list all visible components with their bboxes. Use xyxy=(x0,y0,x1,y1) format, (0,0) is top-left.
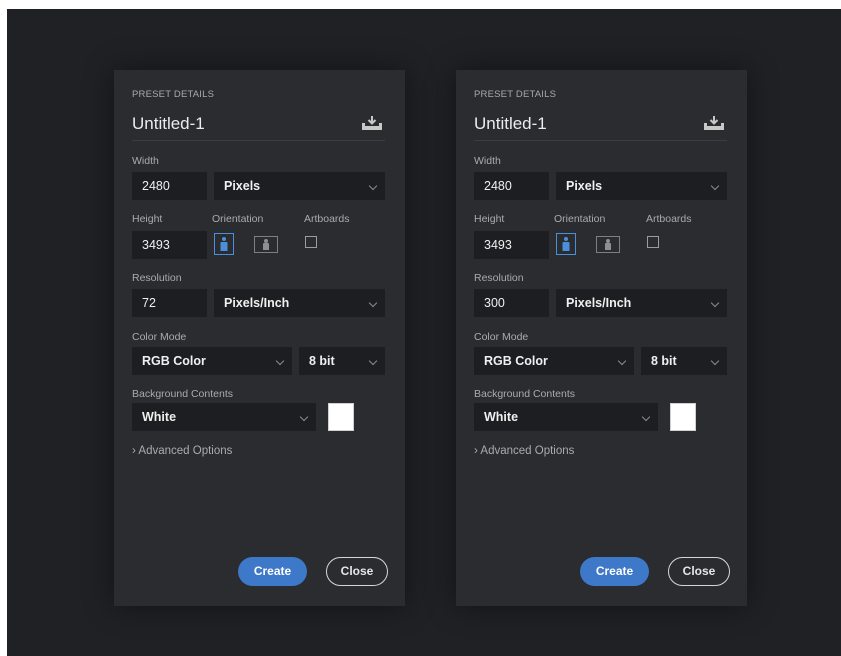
chevron-down-icon xyxy=(641,412,651,422)
background-contents-select[interactable]: White xyxy=(132,403,316,431)
chevron-down-icon xyxy=(710,356,720,366)
height-label: Height xyxy=(474,213,505,225)
save-preset-icon[interactable] xyxy=(362,115,382,131)
advanced-options-toggle[interactable]: › Advanced Options xyxy=(132,445,232,457)
resolution-label: Resolution xyxy=(474,272,524,284)
color-mode-value: RGB Color xyxy=(484,354,548,368)
background-contents-value: White xyxy=(142,410,177,424)
close-button[interactable]: Close xyxy=(668,557,730,586)
name-underline xyxy=(132,140,385,141)
resolution-label: Resolution xyxy=(132,272,182,284)
resolution-unit-value: Pixels/Inch xyxy=(224,296,290,310)
resolution-unit-select[interactable]: Pixels/Inch xyxy=(556,289,727,317)
height-input[interactable]: 3493 xyxy=(132,231,207,259)
width-unit-select[interactable]: Pixels xyxy=(556,172,727,200)
background-color-swatch[interactable] xyxy=(328,403,354,431)
portrait-figure-body xyxy=(220,242,228,251)
width-input[interactable]: 2480 xyxy=(474,172,549,200)
artboards-label: Artboards xyxy=(646,213,692,225)
preset-details-panel-2: PRESET DETAILS Untitled-1 Width 2480 Pix… xyxy=(456,70,747,606)
portrait-figure-body xyxy=(562,242,570,251)
background-contents-value: White xyxy=(484,410,519,424)
resolution-input[interactable]: 300 xyxy=(474,289,549,317)
chevron-down-icon xyxy=(617,356,627,366)
background-contents-select[interactable]: White xyxy=(474,403,658,431)
background-color-swatch[interactable] xyxy=(670,403,696,431)
create-button[interactable]: Create xyxy=(580,557,649,586)
portrait-figure-head xyxy=(222,237,226,241)
width-unit-select[interactable]: Pixels xyxy=(214,172,385,200)
section-title: PRESET DETAILS xyxy=(474,89,557,100)
color-mode-value: RGB Color xyxy=(142,354,206,368)
width-label: Width xyxy=(132,155,159,167)
background-contents-label: Background Contents xyxy=(132,388,233,400)
artboards-checkbox[interactable] xyxy=(305,236,317,248)
artboards-checkbox[interactable] xyxy=(647,236,659,248)
chevron-down-icon xyxy=(299,412,309,422)
bit-depth-value: 8 bit xyxy=(309,354,335,368)
chevron-down-icon xyxy=(368,181,378,191)
color-mode-select[interactable]: RGB Color xyxy=(474,347,634,375)
color-mode-label: Color Mode xyxy=(132,331,187,343)
portrait-orientation-icon[interactable] xyxy=(556,233,576,255)
orientation-label: Orientation xyxy=(212,213,264,225)
width-unit-value: Pixels xyxy=(224,179,261,193)
save-preset-icon[interactable] xyxy=(704,115,724,131)
section-title: PRESET DETAILS xyxy=(132,89,215,100)
chevron-down-icon xyxy=(710,298,720,308)
landscape-figure-body xyxy=(605,243,611,250)
chevron-right-icon: › xyxy=(132,445,136,457)
close-button[interactable]: Close xyxy=(326,557,388,586)
preset-details-panel-1: PRESET DETAILS Untitled-1 Width 2480 Pix… xyxy=(114,70,405,606)
bit-depth-select[interactable]: 8 bit xyxy=(641,347,727,375)
background-contents-label: Background Contents xyxy=(474,388,575,400)
chevron-down-icon xyxy=(710,181,720,191)
landscape-figure-body xyxy=(263,243,269,250)
chevron-down-icon xyxy=(275,356,285,366)
document-name-field[interactable]: Untitled-1 xyxy=(474,114,547,134)
resolution-input[interactable]: 72 xyxy=(132,289,207,317)
advanced-options-label: Advanced Options xyxy=(138,445,233,457)
chevron-down-icon xyxy=(368,298,378,308)
height-input[interactable]: 3493 xyxy=(474,231,549,259)
landscape-orientation-icon[interactable] xyxy=(254,236,278,253)
bit-depth-value: 8 bit xyxy=(651,354,677,368)
document-name-field[interactable]: Untitled-1 xyxy=(132,114,205,134)
app-background: PRESET DETAILS Untitled-1 Width 2480 Pix… xyxy=(7,9,841,656)
color-mode-label: Color Mode xyxy=(474,331,529,343)
artboards-label: Artboards xyxy=(304,213,350,225)
color-mode-select[interactable]: RGB Color xyxy=(132,347,292,375)
name-underline xyxy=(474,140,727,141)
advanced-options-label: Advanced Options xyxy=(480,445,575,457)
chevron-right-icon: › xyxy=(474,445,478,457)
advanced-options-toggle[interactable]: › Advanced Options xyxy=(474,445,574,457)
portrait-orientation-icon[interactable] xyxy=(214,233,234,255)
chevron-down-icon xyxy=(368,356,378,366)
width-label: Width xyxy=(474,155,501,167)
width-input[interactable]: 2480 xyxy=(132,172,207,200)
width-unit-value: Pixels xyxy=(566,179,603,193)
create-button[interactable]: Create xyxy=(238,557,307,586)
bit-depth-select[interactable]: 8 bit xyxy=(299,347,385,375)
height-label: Height xyxy=(132,213,163,225)
resolution-unit-select[interactable]: Pixels/Inch xyxy=(214,289,385,317)
landscape-orientation-icon[interactable] xyxy=(596,236,620,253)
portrait-figure-head xyxy=(564,237,568,241)
resolution-unit-value: Pixels/Inch xyxy=(566,296,632,310)
orientation-label: Orientation xyxy=(554,213,606,225)
